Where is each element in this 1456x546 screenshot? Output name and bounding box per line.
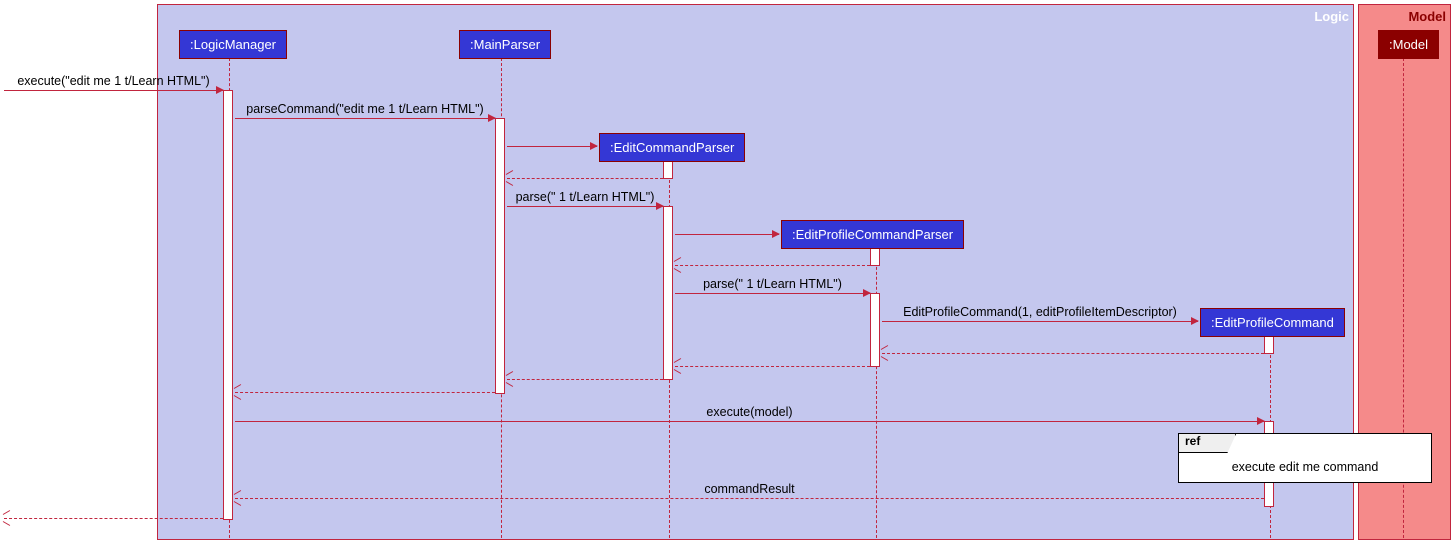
msg-create-epc: EditProfileCommand(1, editProfileItemDes… <box>882 321 1198 322</box>
msg-return-external <box>4 518 223 519</box>
activation-edit-command-parser-2 <box>663 206 673 380</box>
msg-parse2: parse(" 1 t/Learn HTML") <box>675 293 870 294</box>
participant-edit-command-parser: :EditCommandParser <box>599 133 745 162</box>
msg-parse1: parse(" 1 t/Learn HTML") <box>507 206 663 207</box>
frame-model-title: Model <box>1408 9 1446 24</box>
ref-label: ref <box>1179 434 1236 453</box>
activation-edit-command-parser-1 <box>663 161 673 179</box>
ref-frame: ref execute edit me command <box>1178 433 1432 483</box>
activation-logic-manager <box>223 90 233 520</box>
msg-return-epc-to-epcp <box>882 353 1264 354</box>
participant-logic-manager: :LogicManager <box>179 30 287 59</box>
msg-return-ecp-to-mp-2 <box>507 379 663 380</box>
frame-logic-title: Logic <box>1314 9 1349 24</box>
msg-return-epcp-to-ecp-2 <box>675 366 870 367</box>
participant-edit-profile-command: :EditProfileCommand <box>1200 308 1345 337</box>
msg-create-edit-command-parser <box>507 146 597 147</box>
lifeline-edit-profile-command-parser <box>876 247 877 538</box>
activation-edit-profile-command-parser-1 <box>870 248 880 266</box>
msg-command-result: commandResult <box>235 498 1264 499</box>
msg-return-epcp-to-ecp-1 <box>675 265 870 266</box>
msg-create-epcp <box>675 234 779 235</box>
msg-return-mp-to-lm <box>235 392 495 393</box>
msg-execute: execute("edit me 1 t/Learn HTML") <box>4 90 223 91</box>
ref-text: execute edit me command <box>1179 460 1431 474</box>
activation-edit-profile-command-parser-2 <box>870 293 880 367</box>
msg-return-ecp-to-mp <box>507 178 663 179</box>
activation-main-parser <box>495 118 505 394</box>
participant-model: :Model <box>1378 30 1439 59</box>
frame-logic: Logic <box>157 4 1354 540</box>
participant-main-parser: :MainParser <box>459 30 551 59</box>
activation-edit-profile-command-1 <box>1264 336 1274 354</box>
msg-parse-command: parseCommand("edit me 1 t/Learn HTML") <box>235 118 495 119</box>
msg-execute-model: execute(model) <box>235 421 1264 422</box>
participant-edit-profile-command-parser: :EditProfileCommandParser <box>781 220 964 249</box>
